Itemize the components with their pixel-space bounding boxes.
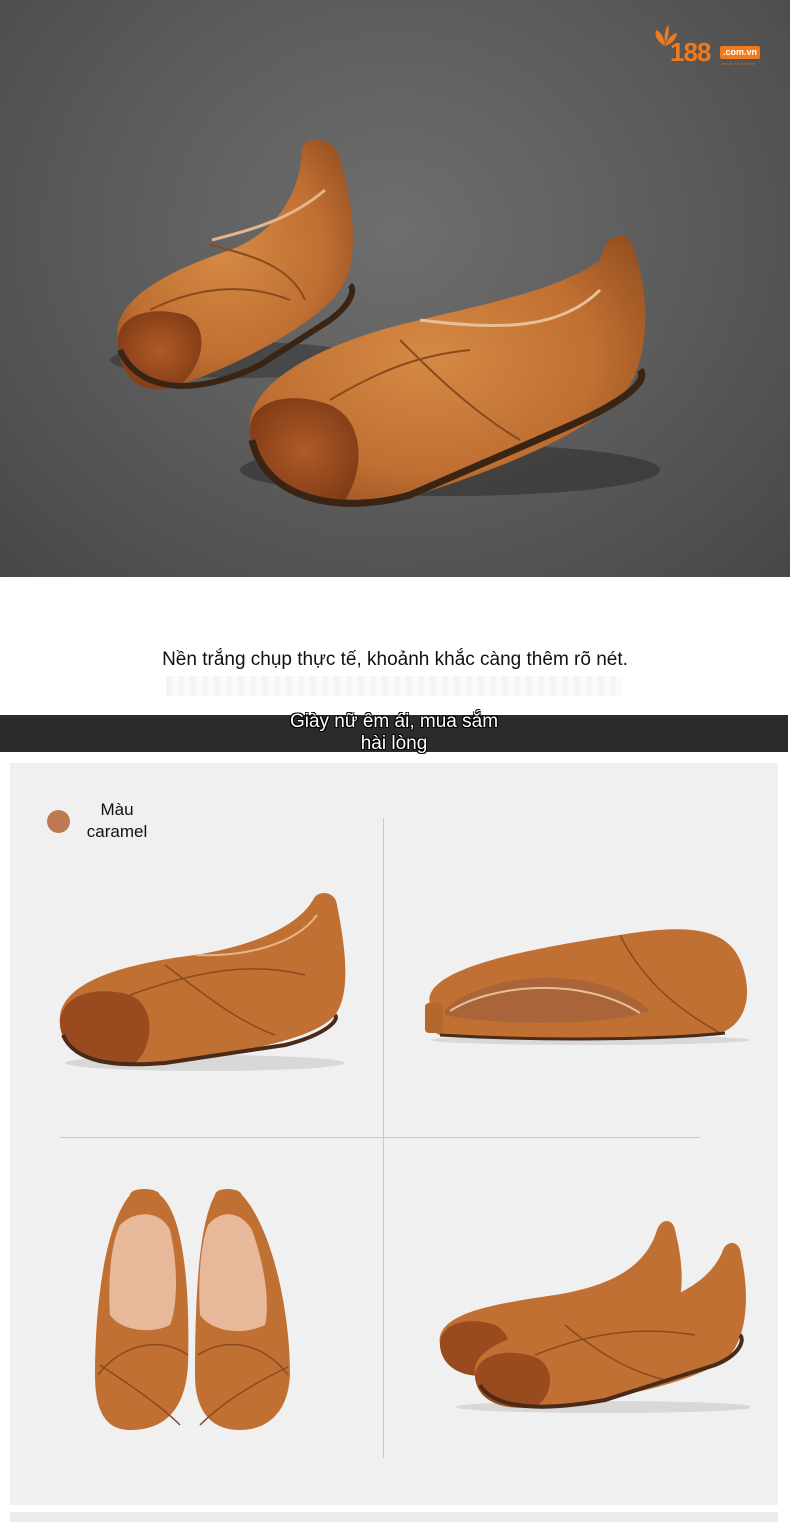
brand-domain: .com.vn (720, 46, 761, 59)
banner-line-1: Giày nữ êm ái, mua sắm (289, 711, 499, 732)
hero-photo: 188 .com.vn mua là thích (0, 0, 790, 577)
caption-reflection (166, 676, 622, 696)
caption-text: Nền trắng chụp thực tế, khoảnh khắc càng… (162, 649, 628, 670)
color-label: Màu caramel (86, 800, 148, 841)
brand-number: 188 (670, 37, 711, 67)
brand-tagline: mua là thích (722, 61, 756, 66)
grid-divider-vertical (383, 818, 384, 1458)
brand-logo[interactable]: 188 .com.vn mua là thích (652, 24, 774, 68)
shoe-top-view (95, 1189, 290, 1430)
grid-divider-horizontal (60, 1137, 700, 1138)
banner-text: Giày nữ êm ái, mua sắm hài lòng (0, 711, 788, 755)
shoe-side-view (59, 893, 346, 1071)
panel-bottom-strip (10, 1512, 778, 1522)
shoe-pair-view (439, 1221, 750, 1413)
shoe-inside-view (425, 929, 750, 1045)
hero-shoes-illustration (110, 139, 660, 507)
banner-line-2: hài lòng (360, 733, 428, 754)
color-swatch[interactable] (47, 810, 70, 833)
